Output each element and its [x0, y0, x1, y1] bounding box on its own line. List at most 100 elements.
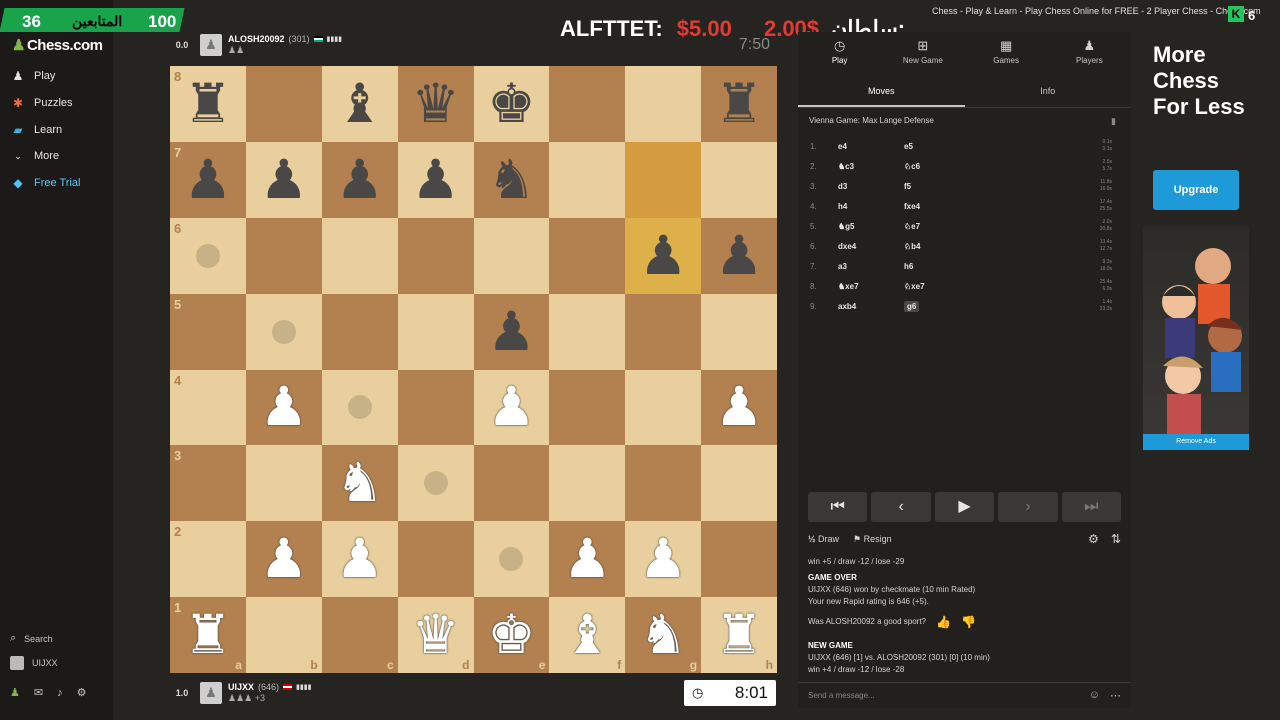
black-move[interactable]: g6: [904, 300, 1084, 312]
square-f7[interactable]: [549, 141, 626, 218]
square-g1[interactable]: g ♞: [625, 597, 702, 673]
chess-logo[interactable]: ♟ Chess.com: [12, 36, 103, 54]
white-pawn-icon[interactable]: ♟: [260, 532, 308, 586]
square-e4[interactable]: ♟: [473, 369, 550, 446]
square-h7[interactable]: [701, 141, 777, 218]
square-g4[interactable]: [625, 369, 702, 446]
square-b2[interactable]: ♟: [245, 521, 322, 598]
resign-button[interactable]: ⚑ Resign: [853, 534, 892, 545]
square-d7[interactable]: ♟: [397, 141, 474, 218]
square-h8[interactable]: ♜: [701, 66, 777, 142]
white-rook-icon[interactable]: ♜: [715, 608, 763, 662]
black-pawn-icon[interactable]: ♟: [411, 153, 459, 207]
square-b6[interactable]: [245, 217, 322, 294]
black-pawn-icon[interactable]: ♟: [639, 229, 687, 283]
square-a7[interactable]: 7 ♟: [170, 141, 246, 218]
black-pawn-icon[interactable]: ♟: [184, 153, 232, 207]
square-f1[interactable]: f ♝: [549, 597, 626, 673]
sidebar-item-learn[interactable]: ▰ Learn: [10, 122, 62, 138]
move-hint-dot[interactable]: [499, 547, 524, 572]
white-move[interactable]: dxe4: [838, 242, 904, 251]
white-pawn-icon[interactable]: ♟: [260, 380, 308, 434]
sidebar-item-puzzles[interactable]: ✱ Puzzles: [10, 95, 73, 111]
sidebar-profile[interactable]: UIJXX: [10, 656, 58, 670]
square-d6[interactable]: [397, 217, 474, 294]
square-a5[interactable]: 5: [170, 293, 246, 370]
square-a6[interactable]: 6: [170, 217, 246, 294]
square-e5[interactable]: ♟: [473, 293, 550, 370]
square-b5[interactable]: [245, 293, 322, 370]
black-pawn-icon[interactable]: ♟: [260, 153, 308, 207]
black-queen-icon[interactable]: ♛: [411, 77, 459, 131]
tab-play[interactable]: ◷ Play: [798, 32, 881, 72]
square-b7[interactable]: ♟: [245, 141, 322, 218]
square-c2[interactable]: ♟: [321, 521, 398, 598]
black-knight-icon[interactable]: ♞: [487, 153, 535, 207]
tab-games[interactable]: ▦ Games: [965, 32, 1048, 72]
black-rook-icon[interactable]: ♜: [184, 77, 232, 131]
square-a4[interactable]: 4: [170, 369, 246, 446]
white-move[interactable]: a3: [838, 262, 904, 271]
white-move[interactable]: axb4: [838, 302, 904, 311]
black-move[interactable]: ♘c6: [904, 162, 1084, 171]
square-c6[interactable]: [321, 217, 398, 294]
play-button[interactable]: ▶: [934, 492, 995, 522]
square-h6[interactable]: ♟: [701, 217, 777, 294]
square-h5[interactable]: [701, 293, 777, 370]
square-a1[interactable]: 1 a ♜: [170, 597, 246, 673]
black-move[interactable]: ♘e7: [904, 222, 1084, 231]
white-pawn-icon[interactable]: ♟: [715, 380, 763, 434]
black-rook-icon[interactable]: ♜: [715, 77, 763, 131]
white-knight-icon[interactable]: ♞: [335, 456, 383, 510]
remove-ads-button[interactable]: Remove Ads: [1143, 434, 1249, 450]
square-c3[interactable]: ♞: [321, 445, 398, 522]
gear-icon[interactable]: ⚙: [77, 686, 87, 699]
square-h2[interactable]: [701, 521, 777, 598]
square-c7[interactable]: ♟: [321, 141, 398, 218]
thumbs-up-icon[interactable]: 👍: [936, 616, 951, 628]
top-player-name[interactable]: ALOSH20092: [228, 34, 285, 44]
square-d3[interactable]: [397, 445, 474, 522]
white-pawn-icon[interactable]: ♟: [563, 532, 611, 586]
last-move-button[interactable]: ⏭: [1061, 492, 1122, 522]
white-pawn-icon[interactable]: ♟: [639, 532, 687, 586]
black-move[interactable]: f5: [904, 182, 1084, 191]
square-e7[interactable]: ♞: [473, 141, 550, 218]
white-move[interactable]: ♞xe7: [838, 282, 904, 291]
emoji-icon[interactable]: ☺: [1089, 689, 1100, 702]
square-e6[interactable]: [473, 217, 550, 294]
square-a2[interactable]: 2: [170, 521, 246, 598]
black-move[interactable]: e5: [904, 142, 1084, 151]
white-move[interactable]: h4: [838, 202, 904, 211]
sidebar-item-free-trial[interactable]: ◆ Free Trial: [10, 175, 80, 191]
sidebar-search[interactable]: ⌕ Search: [10, 632, 53, 645]
move-hint-dot[interactable]: [347, 395, 372, 420]
square-f8[interactable]: [549, 66, 626, 142]
black-pawn-icon[interactable]: ♟: [715, 229, 763, 283]
square-f2[interactable]: ♟: [549, 521, 626, 598]
white-move[interactable]: d3: [838, 182, 904, 191]
white-move[interactable]: e4: [838, 142, 904, 151]
black-pawn-icon[interactable]: ♟: [487, 305, 535, 359]
white-king-icon[interactable]: ♚: [487, 608, 535, 662]
square-b3[interactable]: [245, 445, 322, 522]
black-move[interactable]: ♘xe7: [904, 282, 1084, 291]
square-c1[interactable]: c: [321, 597, 398, 673]
square-d4[interactable]: [397, 369, 474, 446]
tab-players[interactable]: ♟ Players: [1048, 32, 1131, 72]
sidebar-item-more[interactable]: ⌄ More: [10, 148, 59, 164]
thumbs-down-icon[interactable]: 👎: [961, 616, 976, 628]
square-g6[interactable]: ♟: [625, 217, 702, 294]
next-move-button[interactable]: ›: [998, 492, 1058, 522]
friends-icon[interactable]: ♟: [10, 686, 20, 699]
draw-button[interactable]: ½ Draw: [808, 534, 839, 544]
white-queen-icon[interactable]: ♛: [411, 608, 459, 662]
black-bishop-icon[interactable]: ♝: [335, 77, 383, 131]
square-h3[interactable]: [701, 445, 777, 522]
square-g7[interactable]: [625, 141, 702, 218]
black-king-icon[interactable]: ♚: [487, 77, 535, 131]
white-bishop-icon[interactable]: ♝: [563, 608, 611, 662]
subtab-moves[interactable]: Moves: [798, 76, 965, 107]
white-move[interactable]: ♞c3: [838, 162, 904, 171]
square-d5[interactable]: [397, 293, 474, 370]
